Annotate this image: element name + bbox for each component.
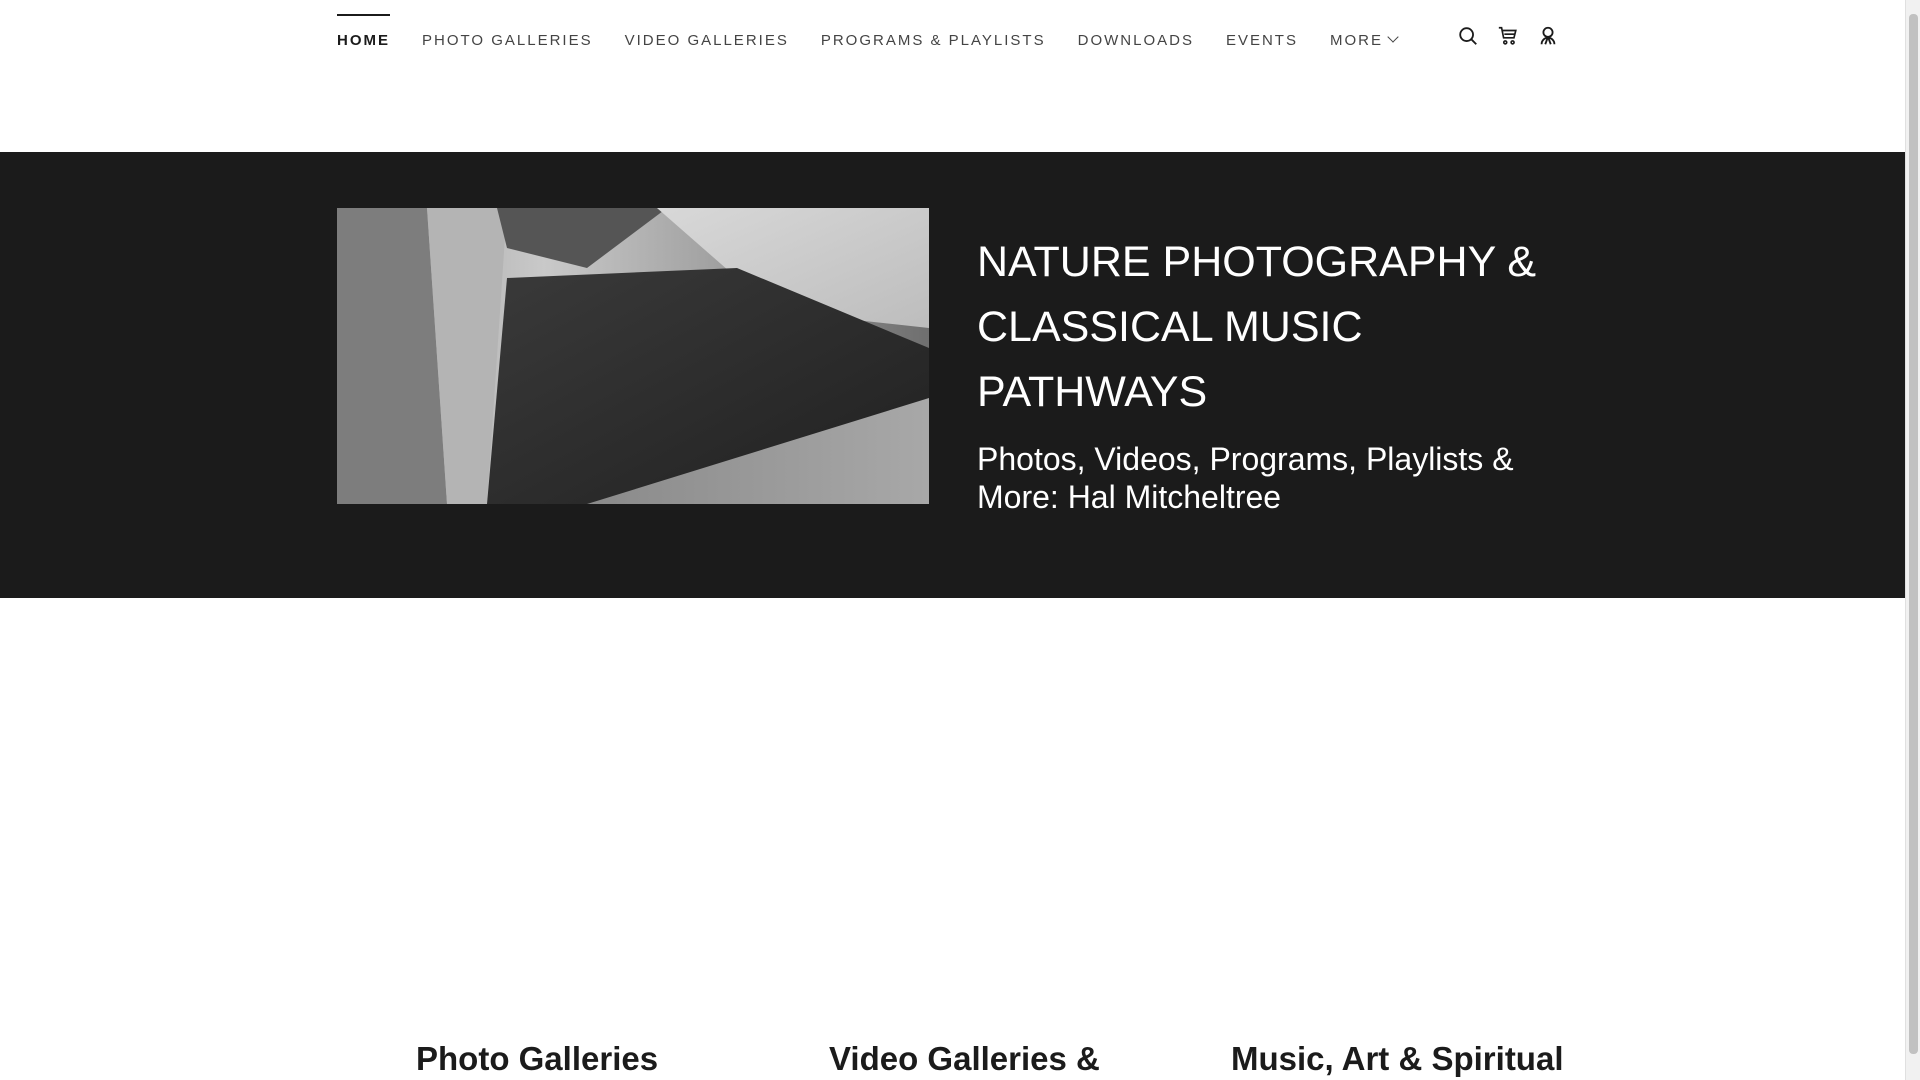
nav-item-photo-galleries[interactable]: PHOTO GALLERIES bbox=[422, 14, 593, 49]
nav-item-events[interactable]: EVENTS bbox=[1226, 14, 1298, 49]
page-scrollbar[interactable] bbox=[1905, 0, 1920, 1080]
nav-item-home[interactable]: HOME bbox=[337, 14, 390, 49]
scrollbar-thumb[interactable] bbox=[1909, 14, 1918, 1054]
section-title-video-galleries: Video Galleries & bbox=[829, 1040, 1100, 1077]
hero-section: NATURE PHOTOGRAPHY & CLASSICAL MUSIC PAT… bbox=[0, 152, 1905, 598]
header-icons bbox=[1456, 24, 1560, 48]
section-title-photo-galleries: Photo Galleries bbox=[416, 1040, 659, 1077]
search-icon[interactable] bbox=[1456, 24, 1480, 48]
nav-item-more-label: MORE bbox=[1329, 32, 1383, 49]
nav-item-downloads[interactable]: DOWNLOADS bbox=[1078, 14, 1194, 49]
hero-title: NATURE PHOTOGRAPHY & CLASSICAL MUSIC PAT… bbox=[977, 238, 1537, 416]
nav-item-programs-playlists[interactable]: PROGRAMS & PLAYLISTS bbox=[821, 14, 1046, 49]
account-icon[interactable] bbox=[1536, 24, 1560, 48]
site-header: HOME PHOTO GALLERIES VIDEO GALLERIES PRO… bbox=[0, 0, 1905, 152]
main-nav: HOME PHOTO GALLERIES VIDEO GALLERIES PRO… bbox=[337, 14, 1429, 64]
nav-item-video-galleries[interactable]: VIDEO GALLERIES bbox=[625, 14, 789, 49]
section-title-music-art-spiritual: Music, Art & Spiritual bbox=[1231, 1040, 1564, 1077]
hero-image bbox=[337, 208, 929, 504]
nav-item-more[interactable]: MORE bbox=[1329, 14, 1399, 49]
hero-subtitle: Photos, Videos, Programs, Playlists & Mo… bbox=[977, 441, 1514, 515]
chevron-down-icon bbox=[1387, 31, 1399, 43]
cart-icon[interactable] bbox=[1496, 24, 1520, 48]
